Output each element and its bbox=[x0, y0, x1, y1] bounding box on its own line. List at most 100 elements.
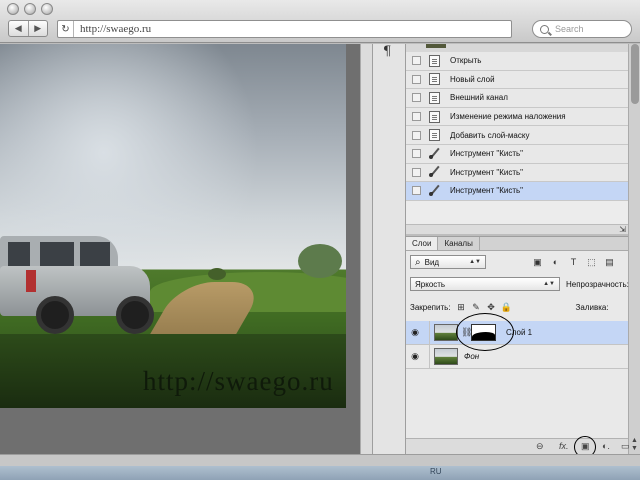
link-layers-icon[interactable]: ⊖ bbox=[536, 441, 544, 452]
history-source-checkbox[interactable] bbox=[412, 149, 421, 159]
layer-row-layer1[interactable]: ◉ ⛓ Слой 1 bbox=[406, 320, 628, 345]
reload-button[interactable]: ↻ bbox=[58, 21, 74, 37]
search-input[interactable]: Search bbox=[532, 20, 632, 38]
history-item[interactable]: Открыть bbox=[406, 52, 628, 71]
filter-type-icon[interactable]: T bbox=[568, 257, 579, 268]
layers-panel: Слои Каналы ⌕ Вид ▲▼ ▣ ◐ T ⬚ ▤ Яркость ▲… bbox=[406, 236, 630, 458]
layer-thumbnail[interactable] bbox=[434, 324, 458, 341]
filter-pixel-icon[interactable]: ▣ bbox=[532, 257, 543, 268]
history-source-checkbox[interactable] bbox=[412, 186, 421, 196]
history-source-checkbox[interactable] bbox=[412, 93, 421, 103]
history-item-label: Инструмент "Кисть" bbox=[450, 149, 523, 159]
brush-icon bbox=[429, 166, 440, 178]
taskbar-language: RU bbox=[430, 467, 442, 476]
search-icon bbox=[540, 24, 549, 34]
blend-mode-value: Яркость bbox=[415, 279, 446, 289]
document-icon bbox=[429, 129, 440, 142]
back-button[interactable]: ◀ bbox=[9, 21, 28, 36]
document-icon bbox=[429, 73, 440, 86]
scrollbar-thumb[interactable] bbox=[631, 44, 639, 104]
history-item[interactable]: Инструмент "Кисть" bbox=[406, 163, 628, 183]
scroll-down-icon[interactable]: ▼ bbox=[629, 445, 640, 452]
visibility-eye-icon[interactable]: ◉ bbox=[406, 351, 424, 362]
history-item-label: Открыть bbox=[450, 56, 482, 66]
blend-mode-select[interactable]: Яркость ▲▼ bbox=[410, 277, 560, 291]
tab-channels[interactable]: Каналы bbox=[438, 237, 480, 250]
history-item-label: Инструмент "Кисть" bbox=[450, 167, 523, 177]
forward-button[interactable]: ▶ bbox=[27, 21, 48, 36]
tab-layers[interactable]: Слои bbox=[406, 237, 439, 250]
canvas-scrollbar[interactable] bbox=[360, 44, 372, 454]
new-group-icon[interactable]: ▭ bbox=[621, 441, 630, 452]
history-item[interactable]: Добавить слой-маску bbox=[406, 126, 628, 145]
history-source-checkbox[interactable] bbox=[412, 112, 421, 122]
chevron-down-icon: ▲▼ bbox=[543, 281, 555, 287]
search-placeholder: Search bbox=[555, 24, 584, 34]
opacity-label: Непрозрачность: bbox=[566, 279, 629, 289]
history-panel: Открыть Новый слой Внешний канал Изменение … bbox=[406, 44, 628, 234]
chevron-down-icon: ▲▼ bbox=[469, 259, 481, 265]
layer-filter-select[interactable]: ⌕ Вид ▲▼ bbox=[410, 255, 486, 269]
blend-row: Яркость ▲▼ Непрозрачность: bbox=[410, 277, 629, 291]
history-item[interactable]: Новый слой bbox=[406, 70, 628, 90]
document-icon bbox=[429, 110, 440, 123]
history-footer: ⇲ bbox=[406, 224, 628, 234]
history-source-checkbox[interactable] bbox=[412, 130, 421, 140]
window-close-button[interactable] bbox=[7, 3, 19, 15]
lock-all-icon[interactable]: 🔒 bbox=[500, 302, 511, 313]
filter-adjustment-icon[interactable]: ◐ bbox=[550, 257, 561, 268]
history-snapshot-strip bbox=[406, 44, 628, 52]
filter-smart-object-icon[interactable]: ▤ bbox=[604, 257, 615, 268]
lock-row: Закрепить: ⊞ ✎ ✥ 🔒 Заливка: bbox=[410, 300, 609, 314]
fx-icon[interactable]: fx. bbox=[559, 441, 569, 451]
history-item[interactable]: Инструмент "Кисть" bbox=[406, 144, 628, 164]
document-icon bbox=[429, 54, 440, 67]
photo-watermark: http://swaego.ru bbox=[143, 366, 334, 396]
history-source-checkbox[interactable] bbox=[412, 167, 421, 177]
history-item-label: Внешний канал bbox=[450, 93, 508, 103]
history-item[interactable]: Инструмент "Кисть" bbox=[406, 182, 628, 201]
visibility-eye-icon[interactable]: ◉ bbox=[406, 327, 424, 338]
history-item[interactable]: Изменение режима наложения bbox=[406, 107, 628, 127]
panel-scrollbar[interactable]: ▲ ▼ bbox=[628, 44, 640, 454]
layer-thumbnail[interactable] bbox=[434, 348, 458, 365]
history-source-checkbox[interactable] bbox=[412, 74, 421, 84]
fill-label: Заливка: bbox=[575, 302, 609, 312]
photo-car bbox=[0, 236, 154, 336]
scroll-up-icon[interactable]: ▲ bbox=[629, 437, 640, 444]
window-minimize-button[interactable] bbox=[24, 3, 36, 15]
document-icon bbox=[429, 91, 440, 104]
history-list: Открыть Новый слой Внешний канал Изменение … bbox=[406, 52, 628, 201]
history-item-label: Изменение режима наложения bbox=[450, 112, 566, 122]
lock-transparency-icon[interactable]: ⊞ bbox=[456, 302, 467, 313]
filter-icon: ⌕ bbox=[415, 256, 421, 268]
nav-buttons: ◀ ▶ bbox=[8, 20, 48, 37]
layer-row-background[interactable]: ◉ Фон bbox=[406, 344, 628, 369]
layer-name[interactable]: Фон bbox=[464, 352, 479, 361]
address-bar[interactable]: ↻ http://swaego.ru bbox=[57, 20, 512, 38]
brush-icon bbox=[429, 185, 440, 197]
history-source-checkbox[interactable] bbox=[412, 56, 421, 66]
adjustment-layer-icon[interactable]: ◐. bbox=[602, 441, 610, 451]
layer-filter-label: Вид bbox=[424, 257, 440, 267]
history-item-label: Новый слой bbox=[450, 74, 495, 84]
canvas-area[interactable]: http://swaego.ru bbox=[0, 44, 372, 454]
layers-tabs: Слои Каналы bbox=[406, 237, 628, 251]
forward-icon: ▶ bbox=[34, 23, 42, 33]
history-item[interactable]: Внешний канал bbox=[406, 89, 628, 108]
lock-pixels-icon[interactable]: ✎ bbox=[471, 302, 482, 313]
photo-bush bbox=[208, 268, 226, 280]
paragraph-icon[interactable]: ¶ bbox=[383, 44, 391, 59]
new-document-icon[interactable]: ⇲ bbox=[619, 225, 626, 234]
lock-position-icon[interactable]: ✥ bbox=[486, 302, 497, 313]
filter-shape-icon[interactable]: ⬚ bbox=[586, 257, 597, 268]
filter-row: ⌕ Вид ▲▼ ▣ ◐ T ⬚ ▤ bbox=[410, 255, 615, 269]
panel-dock-strip: ¶ bbox=[372, 44, 406, 454]
back-icon: ◀ bbox=[14, 23, 22, 33]
history-snapshot-thumb[interactable] bbox=[426, 44, 446, 48]
history-item-label: Добавить слой-маску bbox=[450, 130, 530, 140]
browser-toolbar: ◀ ▶ ↻ http://swaego.ru Search bbox=[0, 0, 640, 43]
document-photo[interactable]: http://swaego.ru bbox=[0, 44, 346, 408]
lock-label: Закрепить: bbox=[410, 302, 451, 312]
window-zoom-button[interactable] bbox=[41, 3, 53, 15]
